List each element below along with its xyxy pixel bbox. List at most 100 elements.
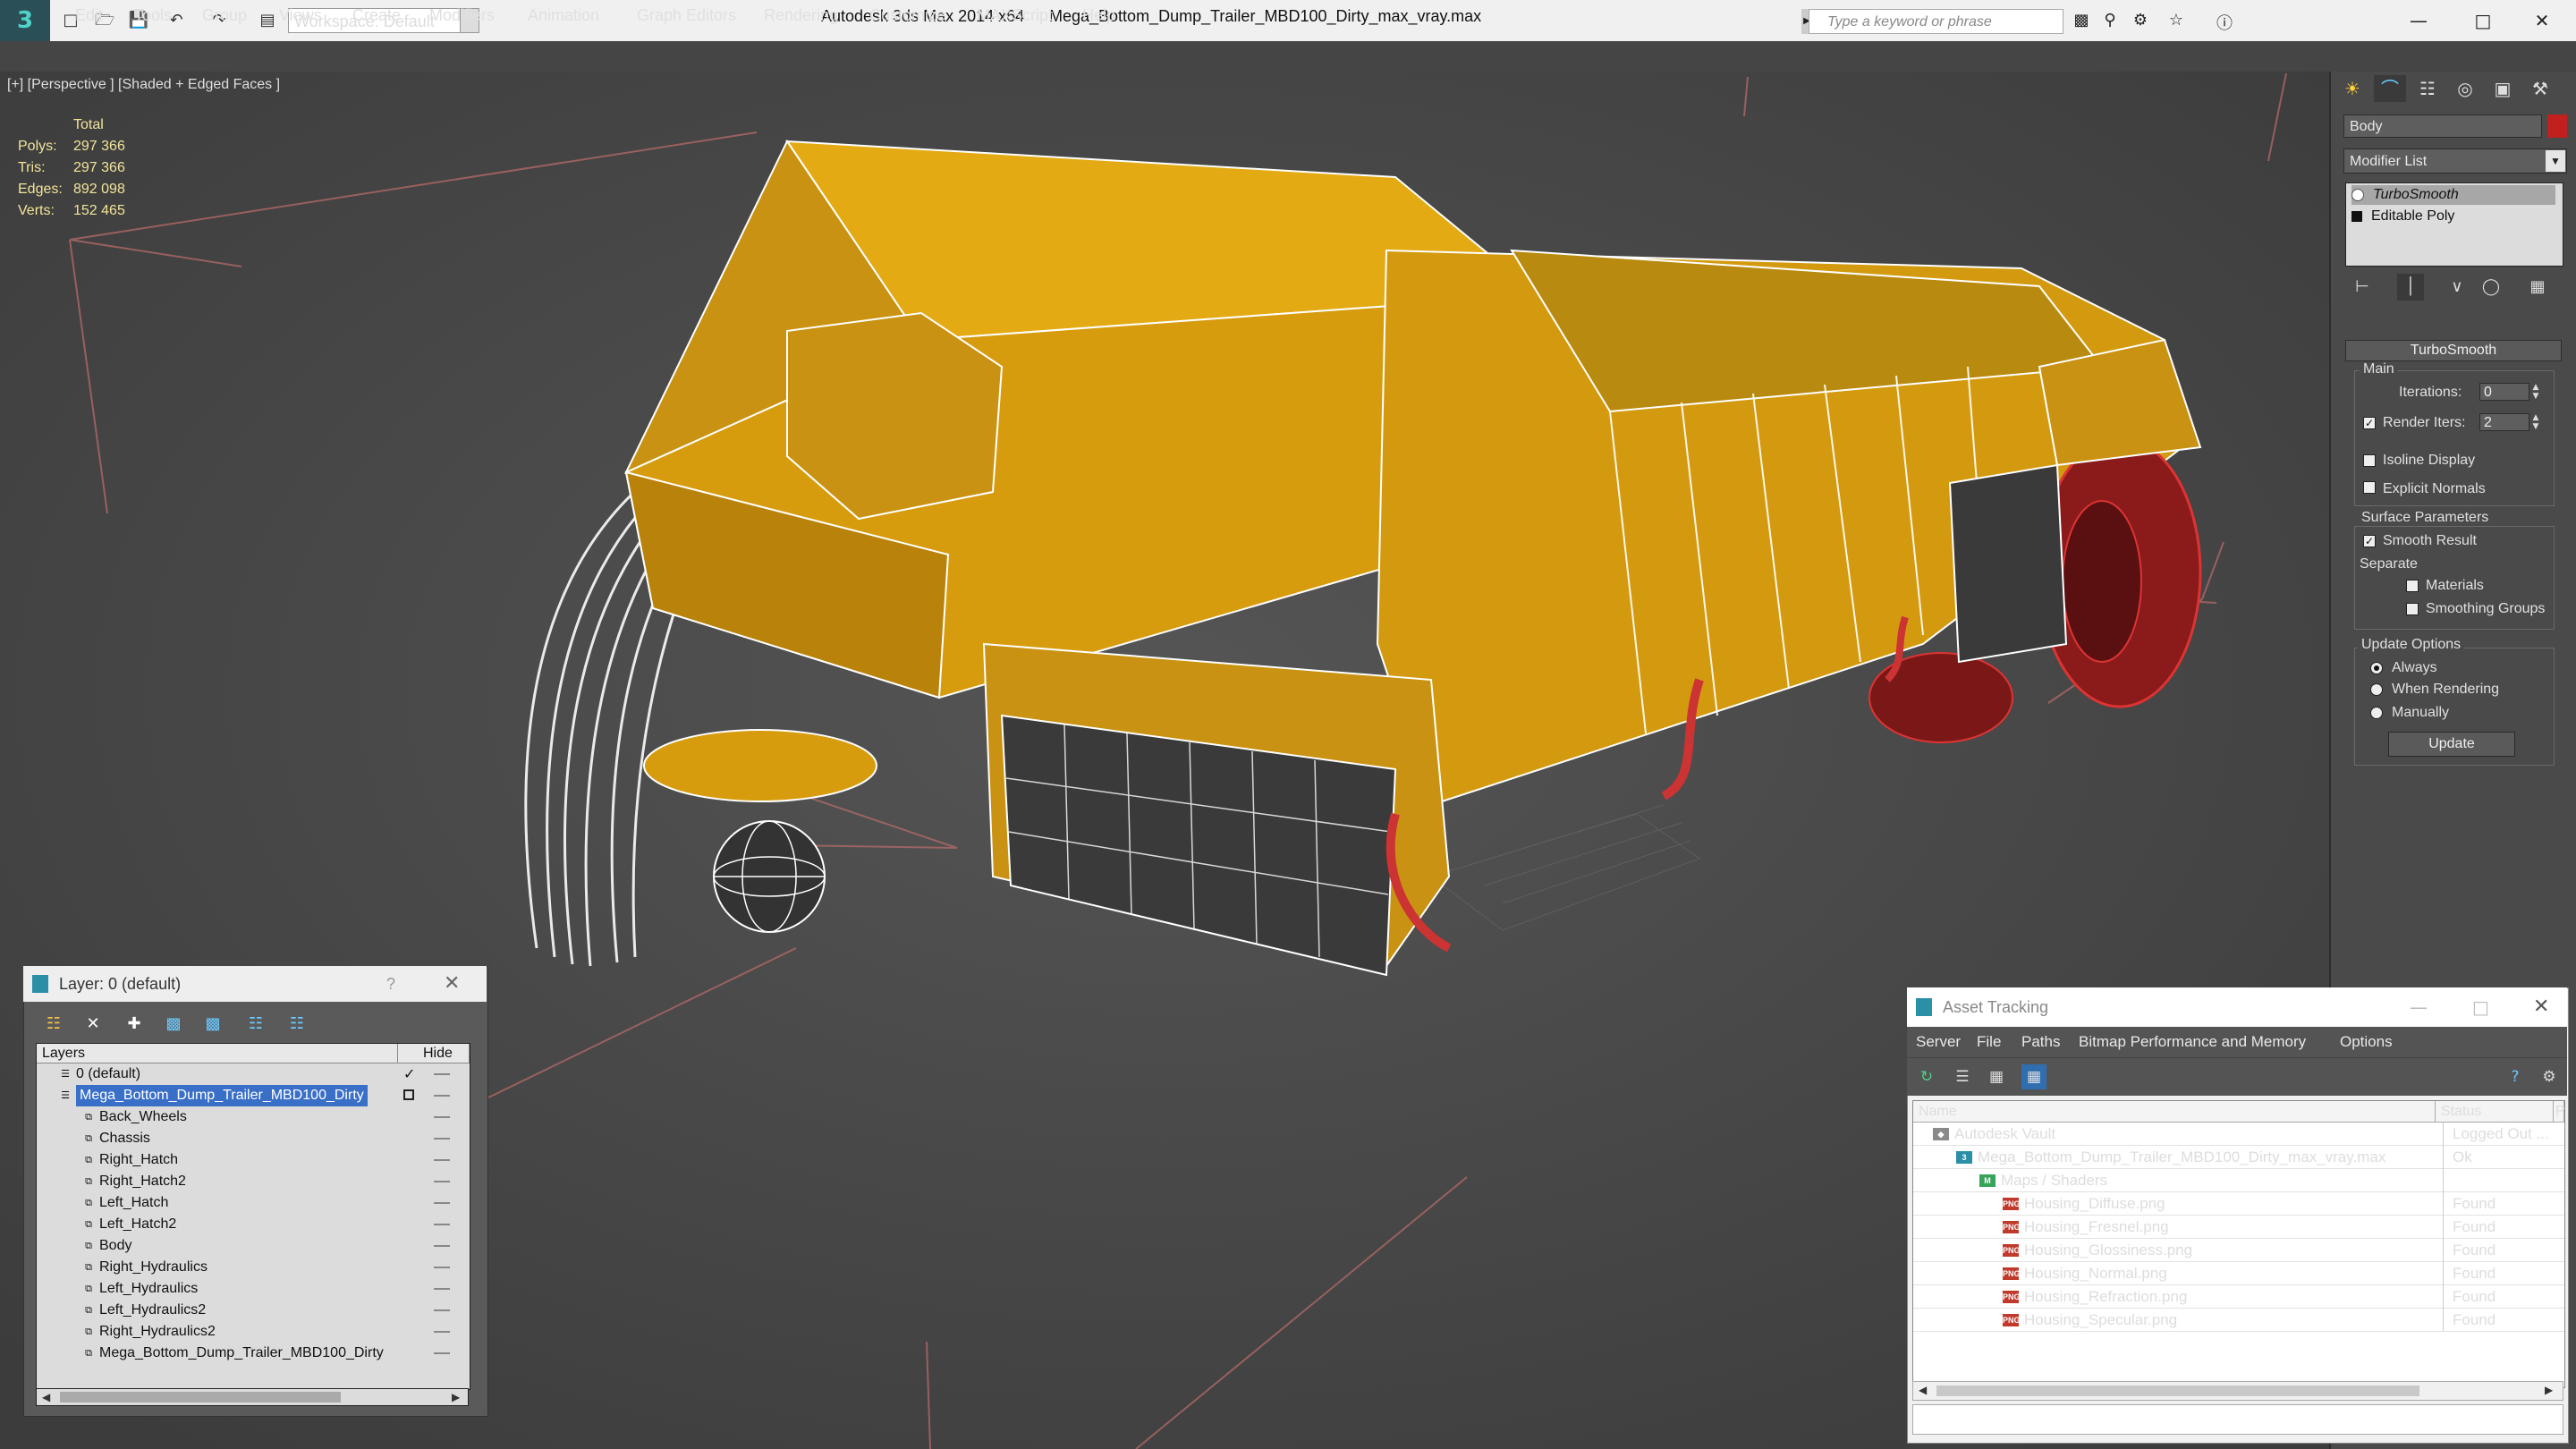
menu-rendering[interactable]: Rendering bbox=[764, 0, 838, 30]
add-to-layer-icon[interactable]: ✚ bbox=[120, 1011, 148, 1038]
menu-graph-editors[interactable]: Graph Editors bbox=[637, 0, 736, 30]
menu-tools[interactable]: Tools bbox=[134, 0, 172, 30]
menu-help[interactable]: Help bbox=[1082, 0, 1115, 30]
scroll-left-icon[interactable]: ◀ bbox=[1919, 1384, 1927, 1396]
scrollbar-thumb[interactable] bbox=[60, 1392, 341, 1402]
always-radio[interactable] bbox=[2370, 662, 2383, 674]
layer-row[interactable]: ⧉ Mega_Bottom_Dump_Trailer_MBD100_Dirty bbox=[37, 1343, 470, 1364]
layer-row[interactable]: ⧉ Right_Hydraulics bbox=[37, 1257, 470, 1278]
hide-toggle[interactable] bbox=[434, 1309, 450, 1311]
asset-menu-server[interactable]: Server bbox=[1916, 1027, 1961, 1057]
path-column-header[interactable]: P bbox=[2554, 1101, 2565, 1123]
configure-modifier-sets-icon[interactable]: ▦ bbox=[2524, 274, 2551, 301]
viewport-label-menu[interactable]: [+] [Perspective ] [Shaded + Edged Faces… bbox=[7, 77, 280, 93]
scrollbar-thumb[interactable] bbox=[1936, 1385, 2419, 1396]
menu-modifiers[interactable]: Modifiers bbox=[429, 0, 495, 30]
asset-row[interactable]: PNG Housing_Glossiness.png Found bbox=[1913, 1239, 2564, 1262]
refresh-icon[interactable]: ↻ bbox=[1914, 1064, 1939, 1089]
asset-horizontal-scrollbar[interactable]: ◀ ▶ bbox=[1912, 1381, 2563, 1401]
asset-row[interactable]: PNG Housing_Fresnel.png Found bbox=[1913, 1216, 2564, 1239]
help-icon[interactable]: ⓘ bbox=[2213, 11, 2236, 34]
layer-row[interactable]: ⧉ Body bbox=[37, 1235, 470, 1257]
hide-toggle[interactable] bbox=[434, 1245, 450, 1247]
list-view-icon[interactable]: ☰ bbox=[1950, 1064, 1975, 1089]
close-icon[interactable]: ✕ bbox=[2533, 987, 2549, 1027]
help-icon[interactable]: ? bbox=[2503, 1064, 2528, 1089]
asset-row[interactable]: 3 Mega_Bottom_Dump_Trailer_MBD100_Dirty_m… bbox=[1913, 1146, 2564, 1169]
scroll-right-icon[interactable]: ▶ bbox=[2545, 1384, 2553, 1396]
modify-tab-icon[interactable]: ⌒ bbox=[2374, 75, 2406, 102]
grid-view-icon[interactable]: ▦ bbox=[2021, 1064, 2046, 1089]
asset-row[interactable]: PNG Housing_Diffuse.png Found bbox=[1913, 1192, 2564, 1216]
hide-all-icon[interactable]: ☷ bbox=[242, 1011, 270, 1038]
spinner-arrows-icon[interactable]: ▲ ▼ bbox=[2531, 413, 2540, 431]
asset-menu-bitmap-performance[interactable]: Bitmap Performance and Memory bbox=[2079, 1027, 2306, 1057]
name-column-header[interactable]: Name bbox=[1913, 1101, 2436, 1123]
modifier-list-dropdown[interactable]: Modifier List bbox=[2343, 148, 2567, 174]
hide-toggle[interactable] bbox=[434, 1224, 450, 1225]
hide-toggle[interactable] bbox=[434, 1331, 450, 1333]
layer-row[interactable]: ⧉ Left_Hydraulics2 bbox=[37, 1300, 470, 1321]
utilities-tab-icon[interactable]: ⚒ bbox=[2524, 75, 2556, 102]
hide-toggle[interactable] bbox=[434, 1116, 450, 1118]
layer-horizontal-scrollbar[interactable]: ◀ ▶ bbox=[36, 1388, 469, 1406]
explicit-normals-checkbox[interactable] bbox=[2363, 481, 2376, 494]
project-folder-icon[interactable]: ▤ bbox=[256, 9, 279, 32]
hide-toggle[interactable] bbox=[434, 1352, 450, 1354]
layer-window-titlebar[interactable]: Layer: 0 (default) ? ✕ bbox=[23, 966, 487, 1002]
help-icon[interactable]: ? bbox=[386, 966, 395, 1002]
stack-item-editable-poly[interactable]: Editable Poly bbox=[2351, 207, 2555, 226]
update-button[interactable]: Update bbox=[2388, 732, 2515, 757]
chevron-down-icon[interactable]: ▼ bbox=[2546, 150, 2565, 172]
turbosmooth-rollout-header[interactable]: TurboSmooth bbox=[2345, 340, 2562, 361]
hide-toggle[interactable] bbox=[434, 1095, 450, 1097]
motion-tab-icon[interactable]: ◎ bbox=[2449, 75, 2481, 102]
render-iters-checkbox[interactable]: ✓ bbox=[2363, 417, 2376, 429]
scroll-left-icon[interactable]: ◀ bbox=[42, 1391, 50, 1403]
scroll-right-icon[interactable]: ▶ bbox=[452, 1391, 460, 1403]
status-column-header[interactable]: Status bbox=[2436, 1101, 2554, 1123]
hierarchy-tab-icon[interactable]: ☷ bbox=[2411, 75, 2444, 102]
hide-toggle[interactable] bbox=[434, 1138, 450, 1140]
hide-toggle[interactable] bbox=[434, 1288, 450, 1290]
create-layer-icon[interactable]: ☷ bbox=[39, 1011, 68, 1038]
asset-row[interactable]: PNG Housing_Specular.png Found bbox=[1913, 1309, 2564, 1332]
asset-menu-file[interactable]: File bbox=[1977, 1027, 2001, 1057]
menu-group[interactable]: Group bbox=[202, 0, 247, 30]
iterations-spinner[interactable]: 0 bbox=[2479, 383, 2529, 401]
search-input[interactable]: Type a keyword or phrase bbox=[1809, 9, 2063, 34]
settings-icon[interactable]: ⚙ bbox=[2537, 1064, 2562, 1089]
remove-modifier-icon[interactable]: ◯ bbox=[2478, 274, 2504, 301]
make-unique-icon[interactable]: ∨ bbox=[2444, 274, 2470, 301]
communication-center-icon[interactable]: ⚙ bbox=[2129, 11, 2152, 34]
layer-row[interactable]: ⧉ Left_Hatch2 bbox=[37, 1214, 470, 1235]
menu-edit[interactable]: Edit bbox=[75, 0, 103, 30]
menu-views[interactable]: Views bbox=[279, 0, 322, 30]
hide-toggle[interactable] bbox=[434, 1159, 450, 1161]
create-tab-icon[interactable]: ☀ bbox=[2336, 75, 2368, 102]
asset-row[interactable]: PNG Housing_Refraction.png Found bbox=[1913, 1285, 2564, 1309]
select-layer-icon[interactable]: ▩ bbox=[199, 1011, 227, 1038]
delete-layer-icon[interactable]: ✕ bbox=[79, 1011, 107, 1038]
close-icon[interactable]: ✕ bbox=[444, 966, 460, 1002]
layer-row[interactable]: ⧉ Right_Hydraulics2 bbox=[37, 1321, 470, 1343]
hide-toggle[interactable] bbox=[434, 1073, 450, 1075]
when-rendering-radio[interactable] bbox=[2370, 683, 2383, 696]
manually-radio[interactable] bbox=[2370, 707, 2383, 719]
current-layer-check-icon[interactable]: ✓ bbox=[403, 1063, 415, 1085]
object-color-swatch[interactable] bbox=[2547, 114, 2567, 138]
minimize-icon[interactable]: — bbox=[2392, 5, 2445, 36]
make-current-box-icon[interactable] bbox=[403, 1089, 414, 1100]
layer-row[interactable]: ⧉ Chassis bbox=[37, 1128, 470, 1149]
table-view-icon[interactable]: ▦ bbox=[1984, 1064, 2009, 1089]
hide-toggle[interactable] bbox=[434, 1202, 450, 1204]
asset-menu-paths[interactable]: Paths bbox=[2021, 1027, 2060, 1057]
binoculars-icon[interactable]: ▩ bbox=[2070, 11, 2093, 34]
display-tab-icon[interactable]: ▣ bbox=[2487, 75, 2519, 102]
asset-menu-options[interactable]: Options bbox=[2340, 1027, 2393, 1057]
layer-row[interactable]: ⧉ Back_Wheels bbox=[37, 1106, 470, 1128]
close-icon[interactable]: ✕ bbox=[2515, 5, 2569, 36]
hide-toggle[interactable] bbox=[434, 1267, 450, 1268]
minimize-icon[interactable]: — bbox=[2410, 987, 2428, 1027]
subscription-icon[interactable]: ⚲ bbox=[2098, 11, 2122, 34]
